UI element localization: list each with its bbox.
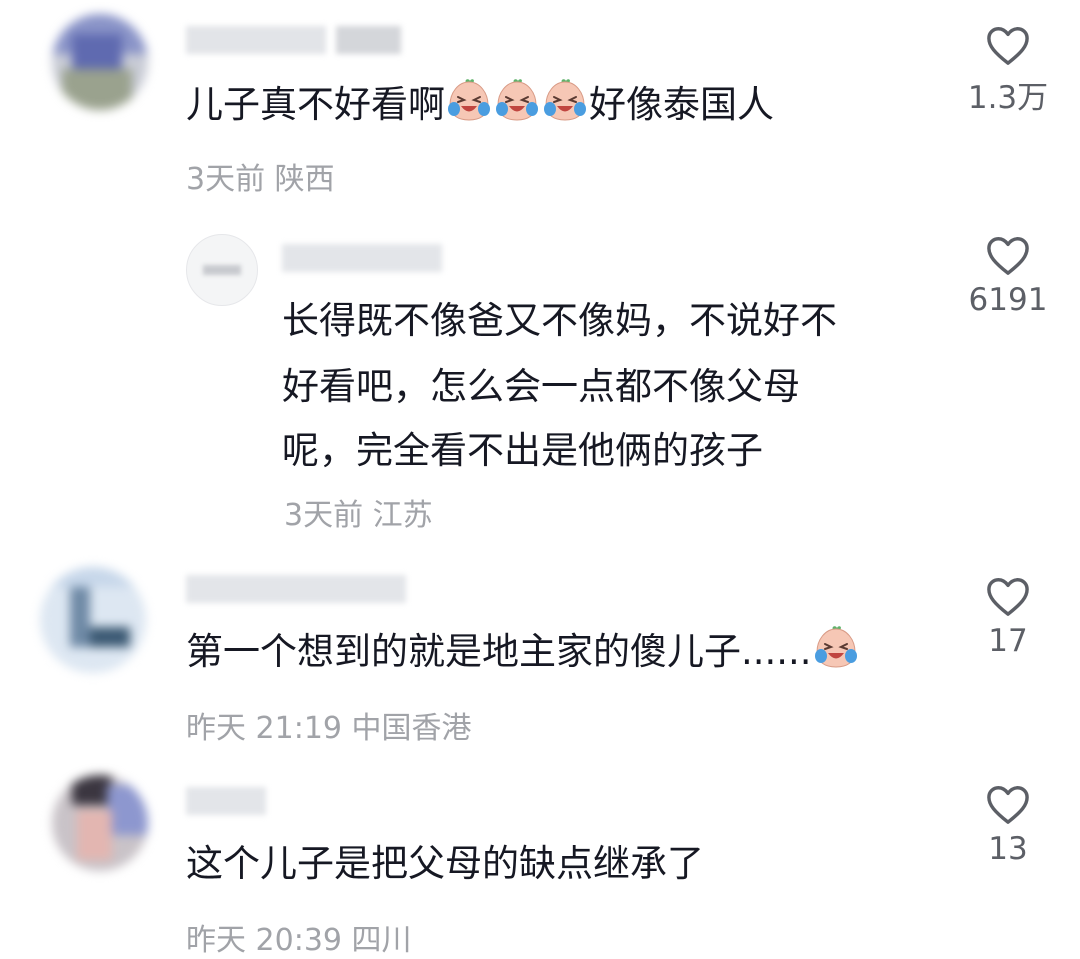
comment-meta: 昨天 20:39 四川 [186, 923, 412, 958]
comment-meta: 3天前 陕西 [186, 162, 335, 197]
crying-laughing-emoji-icon [448, 79, 490, 121]
reply-text-line: 好看吧，怎么会一点都不像父母 [282, 365, 800, 408]
username-blurred[interactable] [186, 787, 266, 815]
comment-text: 这个儿子是把父母的缺点继承了 [186, 842, 704, 885]
comment-item[interactable]: 儿子真不好看啊 好像泰国人 3天前 陕西 1.3万 [0, 0, 1080, 210]
comment-meta: 昨天 21:19 中国香港 [186, 711, 472, 746]
crying-laughing-emoji-icon [496, 79, 538, 121]
like-button[interactable]: 6191 [963, 234, 1053, 318]
comment-text: 儿子真不好看啊 好像泰国人 [186, 76, 774, 134]
like-count: 1.3万 [967, 80, 1049, 116]
like-count: 6191 [968, 282, 1048, 318]
heart-outline-icon [987, 237, 1029, 275]
username-blurred[interactable] [282, 244, 442, 272]
crying-laughing-emoji-icon [814, 626, 857, 668]
username-blurred[interactable] [186, 26, 401, 54]
heart-outline-icon [987, 578, 1029, 616]
avatar[interactable] [52, 775, 148, 871]
reply-item[interactable]: 长得既不像爸又不像妈，不说好不 好看吧，怎么会一点都不像父母 呢，完全看不出是他… [0, 210, 1080, 540]
reply-meta: 3天前 江苏 [284, 498, 433, 533]
like-count: 13 [988, 831, 1028, 867]
crying-laughing-emoji-icon [544, 79, 586, 121]
like-count: 17 [988, 623, 1028, 659]
username-blurred[interactable] [186, 575, 406, 603]
like-button[interactable]: 17 [963, 575, 1053, 659]
avatar[interactable] [186, 234, 258, 306]
avatar[interactable] [52, 14, 148, 110]
reply-text-line: 长得既不像爸又不像妈，不说好不 [282, 299, 837, 342]
emoji-group [812, 626, 860, 673]
like-button[interactable]: 13 [963, 783, 1053, 867]
comment-text: 第一个想到的就是地主家的傻儿子...... [186, 623, 860, 681]
heart-outline-icon [987, 786, 1029, 824]
reply-text-line: 呢，完全看不出是他俩的孩子 [282, 429, 763, 472]
emoji-group [445, 79, 589, 126]
comment-item[interactable]: 第一个想到的就是地主家的傻儿子...... 昨天 21:19 中国香港 17 [0, 555, 1080, 755]
avatar[interactable] [40, 567, 146, 673]
heart-outline-icon [987, 27, 1029, 65]
comment-item[interactable]: 这个儿子是把父母的缺点继承了 昨天 20:39 四川 13 [0, 765, 1080, 958]
like-button[interactable]: 1.3万 [963, 24, 1053, 117]
